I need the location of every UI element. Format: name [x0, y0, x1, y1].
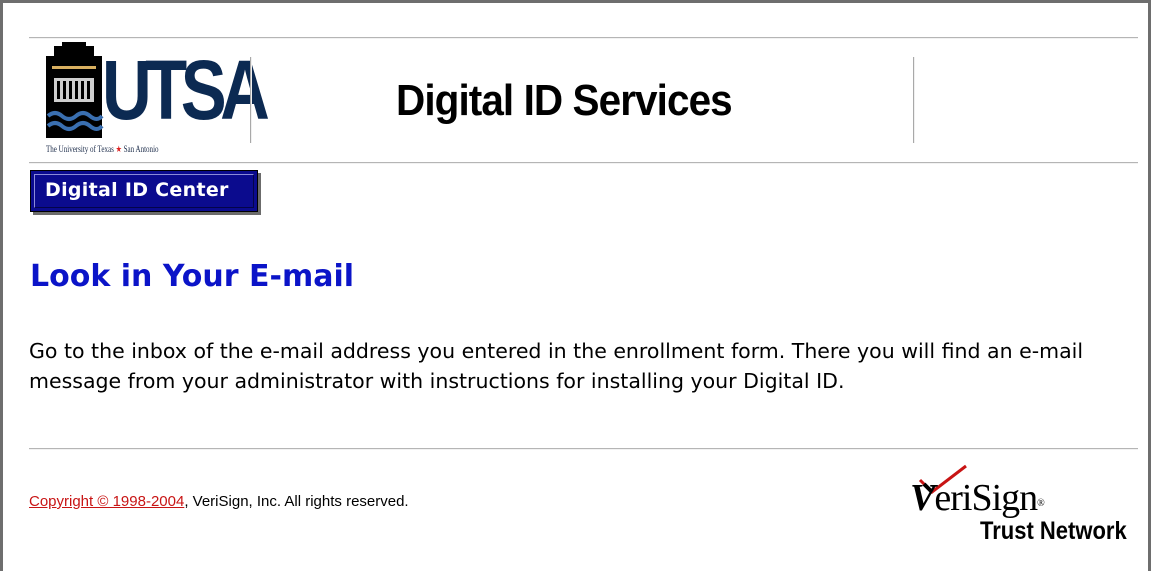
star-icon: ★	[115, 144, 124, 154]
copyright-notice: Copyright © 1998-2004, VeriSign, Inc. Al…	[29, 492, 409, 512]
building-icon	[46, 42, 104, 138]
verisign-rest: eriSign	[934, 477, 1038, 519]
header-separator-right	[913, 57, 915, 143]
trademark-symbol: ®	[1037, 498, 1045, 509]
tagline-left: The University of Texas	[46, 144, 114, 154]
copyright-text: , VeriSign, Inc. All rights reserved.	[184, 493, 409, 510]
verisign-v: V	[910, 477, 935, 519]
verisign-logo: VeriSign® Trust Network	[910, 462, 1140, 552]
page-title: Look in Your E-mail	[30, 259, 355, 294]
window-frame-top	[0, 0, 1151, 3]
instruction-text: Go to the inbox of the e-mail address yo…	[29, 339, 1084, 393]
window-frame-left	[0, 0, 3, 571]
utsa-logo: UTSA The University of Texas ★ San Anton…	[44, 42, 270, 160]
verisign-wordmark: VeriSign®	[910, 477, 1045, 519]
tagline-right: San Antonio	[123, 144, 159, 154]
digital-id-center-label: Digital ID Center	[45, 179, 229, 201]
header-separator-left	[250, 57, 252, 143]
logo-tagline: The University of Texas ★ San Antonio	[46, 144, 159, 155]
digital-id-center-button[interactable]: Digital ID Center	[30, 170, 258, 212]
footer-divider	[29, 448, 1138, 450]
service-title: Digital ID Services	[396, 76, 733, 125]
top-divider	[29, 37, 1138, 39]
copyright-link[interactable]: Copyright © 1998-2004	[29, 493, 184, 510]
header-divider	[29, 162, 1138, 164]
logo-wordmark: UTSA	[102, 43, 270, 137]
trust-network-label: Trust Network	[980, 517, 1127, 545]
